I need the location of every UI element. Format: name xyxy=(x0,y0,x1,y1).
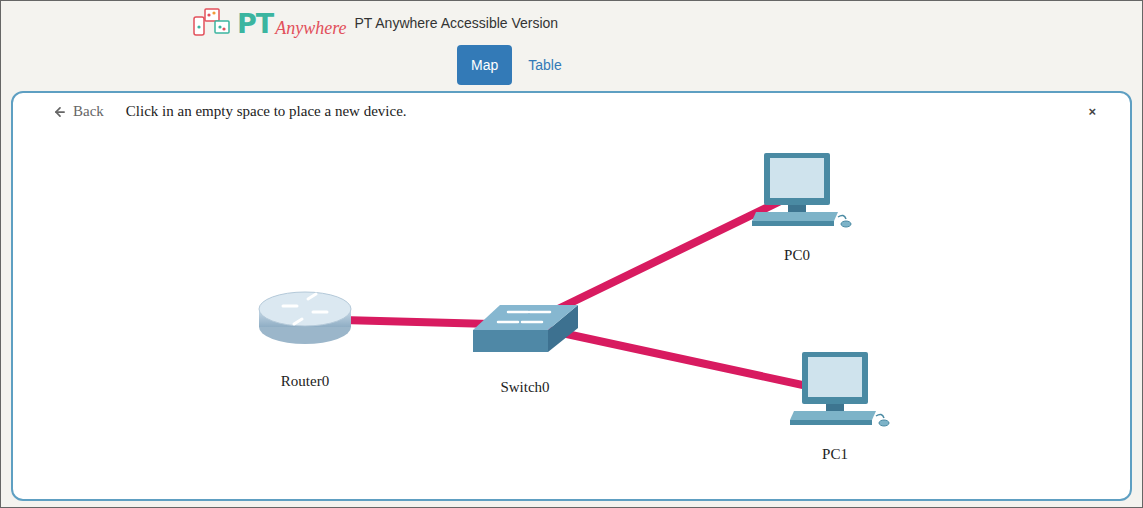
tab[interactable]: Map xyxy=(457,45,512,85)
instruction-text: Click in an empty space to place a new d… xyxy=(126,103,407,120)
tab[interactable]: Table xyxy=(514,45,575,85)
link-layer xyxy=(13,93,1130,499)
app-title: PT Anywhere Accessible Version xyxy=(355,15,559,31)
map-panel: Back Click in an empty space to place a n… xyxy=(11,91,1132,501)
network-canvas[interactable]: Router0 Switch0 PC0 PC1 xyxy=(13,93,1130,499)
arrow-left-icon xyxy=(53,105,67,119)
router-icon xyxy=(250,279,360,359)
pc-icon xyxy=(742,153,852,233)
device-node[interactable]: PC0 xyxy=(737,153,857,264)
logo-script: Anywhere xyxy=(275,18,346,39)
logo-mark: PT xyxy=(237,8,273,39)
device-label: Switch0 xyxy=(500,379,549,396)
logo: PTAnywhere xyxy=(193,7,347,39)
header: PTAnywhere PT Anywhere Accessible Version xyxy=(1,1,1142,41)
device-node[interactable]: Router0 xyxy=(245,279,365,390)
page: PTAnywhere PT Anywhere Accessible Version… xyxy=(0,0,1143,508)
logo-icon xyxy=(193,7,231,39)
device-node[interactable]: PC1 xyxy=(775,352,895,463)
back-button[interactable]: Back xyxy=(53,103,104,120)
device-node[interactable]: Switch0 xyxy=(465,285,585,396)
network-link[interactable] xyxy=(525,325,835,392)
device-label: PC1 xyxy=(822,446,848,463)
close-button[interactable]: × xyxy=(1084,104,1100,119)
pc-icon xyxy=(780,352,890,432)
tabs: MapTable xyxy=(1,41,1142,85)
device-label: Router0 xyxy=(281,373,329,390)
switch-icon xyxy=(470,285,580,365)
device-label: PC0 xyxy=(784,247,810,264)
panel-toolbar: Back Click in an empty space to place a n… xyxy=(13,93,1130,120)
